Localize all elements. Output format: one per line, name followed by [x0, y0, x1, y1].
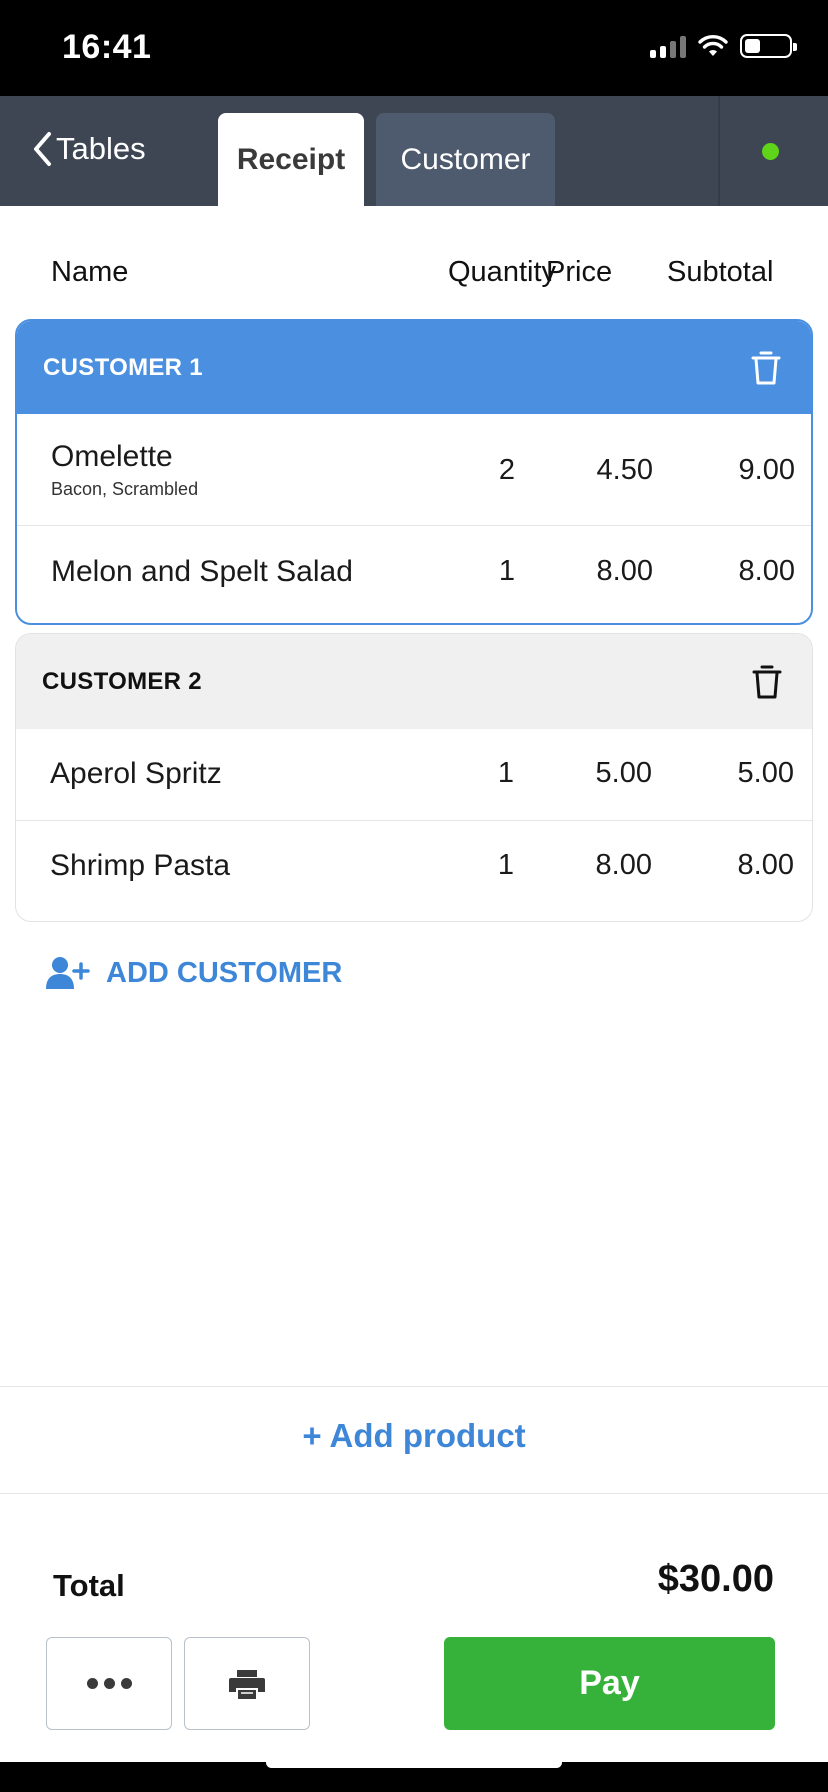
order-item-row[interactable]: Aperol Spritz 1 5.00 5.00: [16, 729, 812, 821]
item-price: 8.00: [595, 849, 652, 881]
item-quantity: 1: [497, 757, 515, 789]
customer-title: CUSTOMER 1: [43, 353, 203, 381]
back-to-tables-button[interactable]: Tables: [30, 130, 146, 168]
item-subtotal: 8.00: [737, 849, 794, 881]
print-button[interactable]: [184, 1637, 310, 1730]
pay-button[interactable]: Pay: [444, 1637, 775, 1730]
column-header-subtotal: Subtotal: [667, 256, 774, 288]
status-bar: 16:41: [0, 0, 828, 96]
column-header-name: Name: [51, 256, 129, 288]
delete-customer-button[interactable]: [752, 664, 782, 700]
divider: [0, 1386, 828, 1387]
order-item-row[interactable]: Omelette Bacon, Scrambled 2 4.50 9.00: [17, 414, 811, 526]
user-plus-icon: [46, 957, 90, 989]
add-customer-button[interactable]: ADD CUSTOMER: [46, 956, 342, 990]
column-header-quantity: Quantity: [448, 256, 556, 288]
customer-title: CUSTOMER 2: [42, 667, 202, 695]
connection-status-dot: [762, 143, 779, 160]
home-indicator: [266, 1757, 562, 1768]
chevron-left-icon: [34, 132, 51, 166]
item-name: Shrimp Pasta: [50, 849, 231, 882]
item-price: 8.00: [596, 555, 653, 587]
customer-group-2[interactable]: CUSTOMER 2 Aperol Spritz 1 5.00 5.00 Shr…: [15, 633, 813, 922]
status-time: 16:41: [62, 28, 152, 66]
item-quantity: 1: [498, 555, 516, 587]
printer-icon: [229, 1669, 265, 1699]
status-icons: [650, 34, 797, 58]
divider: [0, 1493, 828, 1494]
tab-customer[interactable]: Customer: [376, 113, 555, 206]
item-price: 5.00: [595, 757, 652, 789]
customer-header[interactable]: CUSTOMER 2: [16, 634, 812, 729]
battery-icon: [740, 34, 797, 58]
item-name: Melon and Spelt Salad: [51, 555, 353, 588]
wifi-icon: [698, 35, 728, 56]
header-divider: [718, 96, 720, 206]
add-product-button[interactable]: + Add product: [0, 1417, 828, 1455]
item-quantity: 2: [498, 454, 516, 486]
receipt-panel: Name Quantity Price Subtotal CUSTOMER 1 …: [0, 206, 828, 1762]
item-price: 4.50: [596, 454, 653, 486]
customer-header[interactable]: CUSTOMER 1: [17, 321, 811, 414]
trash-icon: [752, 665, 782, 698]
total-label: Total: [53, 1568, 125, 1603]
order-item-row[interactable]: Melon and Spelt Salad 1 8.00 8.00: [17, 526, 811, 621]
delete-customer-button[interactable]: [751, 350, 781, 386]
top-navigation: Tables Receipt Customer: [0, 96, 828, 206]
more-dots-icon: [86, 1678, 132, 1689]
item-subtotal: 9.00: [738, 454, 795, 486]
item-quantity: 1: [497, 849, 515, 881]
customer-group-1[interactable]: CUSTOMER 1 Omelette Bacon, Scrambled 2 4…: [15, 319, 813, 625]
item-subtotal: 5.00: [737, 757, 794, 789]
tab-receipt[interactable]: Receipt: [218, 113, 364, 206]
total-value: $30.00: [657, 1558, 774, 1600]
cellular-signal-icon: [650, 34, 686, 58]
order-item-row[interactable]: Shrimp Pasta 1 8.00 8.00: [16, 821, 812, 913]
column-header-price: Price: [546, 256, 613, 288]
item-modifiers: Bacon, Scrambled: [51, 479, 199, 499]
trash-icon: [751, 351, 781, 384]
add-customer-label: ADD CUSTOMER: [106, 956, 343, 989]
back-label: Tables: [56, 131, 146, 166]
more-options-button[interactable]: [46, 1637, 172, 1730]
item-subtotal: 8.00: [738, 555, 795, 587]
item-name: Omelette: [51, 440, 173, 473]
item-name: Aperol Spritz: [50, 757, 222, 790]
